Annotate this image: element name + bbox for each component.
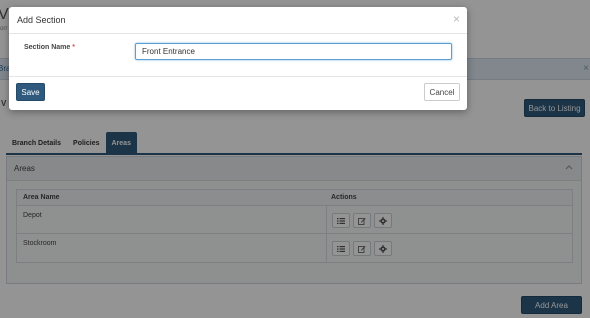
dialog-header: Add Section × xyxy=(9,7,467,34)
close-icon[interactable]: × xyxy=(453,13,460,25)
dialog-body: Section Name * xyxy=(9,34,467,77)
add-section-dialog: Add Section × Section Name * Save Cancel xyxy=(9,7,467,110)
save-button[interactable]: Save xyxy=(16,83,45,101)
cancel-button[interactable]: Cancel xyxy=(424,83,460,101)
dialog-footer: Save Cancel xyxy=(9,77,467,109)
section-name-input[interactable] xyxy=(135,43,452,60)
section-name-label-text: Section Name xyxy=(24,44,71,51)
required-marker: * xyxy=(72,44,75,51)
section-name-label: Section Name * xyxy=(24,44,75,51)
dialog-title: Add Section xyxy=(17,15,66,25)
